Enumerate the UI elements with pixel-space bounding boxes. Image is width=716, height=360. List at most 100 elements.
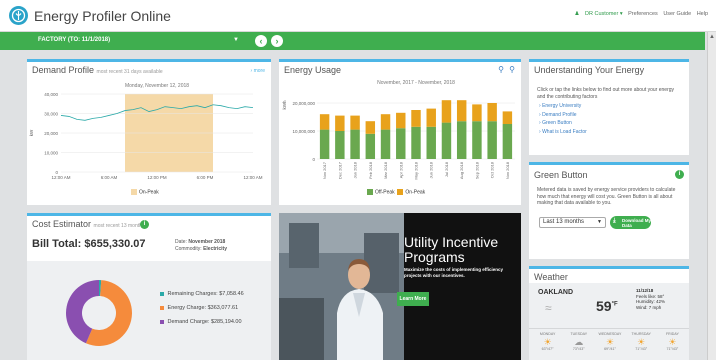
x-tick-label: Mar 2018	[383, 161, 388, 179]
bar-off-peak[interactable]	[396, 128, 406, 159]
info-icon[interactable]: i	[140, 220, 149, 229]
legend-swatch	[397, 189, 404, 195]
cost-subtitle: most recent 13 months	[93, 223, 145, 229]
understanding-links: › Energy University › Demand Profile › G…	[539, 102, 587, 136]
scroll-up-icon[interactable]: ▲	[709, 34, 715, 40]
bar-on-peak[interactable]	[456, 100, 467, 122]
customer-name: DR Customer	[585, 11, 619, 17]
forecast-row: MONDAY ☀ 63°/47° TUESDAY ☁ 73°/43° WEDNESDAY…	[532, 332, 688, 360]
bar-off-peak[interactable]	[472, 121, 482, 159]
link-help[interactable]: Help	[697, 11, 708, 17]
promo-banner[interactable]: Utility Incentive Programs Maximize the …	[279, 213, 521, 360]
bar-off-peak[interactable]	[502, 124, 513, 159]
divider	[529, 328, 689, 329]
weather-title: Weather	[534, 272, 568, 282]
next-arrow-icon[interactable]: ›	[271, 35, 283, 47]
demand-legend: On-Peak	[131, 189, 159, 195]
link-energy-university[interactable]: › Energy University	[539, 102, 587, 111]
legend-label: Energy Charge: $363,077.61	[167, 305, 239, 311]
usage-chart: November, 2017 - November, 2018 20,000,00…	[282, 80, 515, 180]
forecast-day: THURSDAY ☀ 71°/43°	[626, 332, 657, 360]
bar-on-peak[interactable]	[335, 115, 345, 131]
y-axis-label: kWh	[282, 100, 287, 109]
link-user-guide[interactable]: User Guide	[663, 11, 691, 17]
bar-on-peak[interactable]	[380, 114, 391, 130]
temp-value: 59	[596, 298, 612, 314]
bar-on-peak[interactable]	[502, 111, 513, 124]
y-tick-label: 0	[312, 157, 315, 162]
x-tick-label: Jul 2018	[444, 161, 449, 177]
bar-on-peak[interactable]	[365, 121, 376, 134]
x-tick-label: Nov 2017	[322, 161, 327, 179]
demand-title: Demand Profile	[32, 65, 95, 75]
panel-title: Demand Profile most recent 31 days avail…	[32, 65, 163, 75]
promo-title: Utility Incentive Programs	[404, 234, 499, 265]
period-select[interactable]: Last 13 months ▼	[539, 217, 606, 228]
info-icon[interactable]: i	[675, 170, 684, 179]
learn-more-button[interactable]: Learn More	[397, 292, 429, 306]
bill-date-row: Date: November 2018	[175, 239, 227, 246]
weather-body: OAKLAND ≈ 59°F 11/12/18 Feels like: 58° …	[529, 283, 689, 360]
usage-legend: Off-Peak On-Peak	[367, 189, 425, 195]
bar-on-peak[interactable]	[319, 114, 330, 130]
link-load-factor[interactable]: › What is Load Factor	[539, 128, 587, 137]
legend-swatch	[160, 305, 164, 310]
sun-icon: ☀	[605, 337, 615, 347]
x-tick-label: 12:00 AM	[243, 175, 262, 180]
download-data-button[interactable]: ⤓ Download My Data	[610, 216, 651, 229]
link-label: What is Load Factor	[542, 128, 587, 135]
bar-off-peak[interactable]	[426, 126, 436, 159]
app-header: Energy Profiler Online ♟ DR Customer ▾ P…	[0, 0, 716, 32]
app-logo-icon	[9, 6, 28, 25]
bar-off-peak[interactable]	[380, 129, 391, 159]
cost-body: Remaining Charges: $7,058.46 Energy Char…	[27, 261, 271, 360]
bar-off-peak[interactable]	[441, 122, 452, 159]
bar-off-peak[interactable]	[411, 126, 421, 159]
zoom-out-icon[interactable]: ⚲	[498, 65, 504, 74]
chart-date: Monday, November 12, 2018	[125, 83, 189, 89]
bar-off-peak[interactable]	[319, 129, 330, 159]
bar-off-peak[interactable]	[365, 133, 376, 159]
link-preferences[interactable]: Preferences	[628, 11, 658, 17]
bar-on-peak[interactable]	[396, 112, 406, 129]
bar-on-peak[interactable]	[487, 103, 497, 122]
green-text: Metered data is saved by energy service …	[537, 187, 676, 206]
bar-on-peak[interactable]	[411, 110, 421, 127]
cost-donut-chart	[65, 280, 132, 346]
humidity: Humidity: 42%	[636, 299, 666, 305]
chevron-down-icon[interactable]: ▼	[233, 37, 239, 43]
period-select-value: Last 13 months	[543, 219, 585, 225]
more-link[interactable]: › more	[251, 68, 265, 74]
understanding-intro: Click or tap the links below to find out…	[537, 87, 675, 100]
link-green-button[interactable]: › Green Button	[539, 119, 587, 128]
customer-menu[interactable]: ♟ DR Customer ▾	[575, 11, 623, 17]
y-tick-label: 20,000	[44, 131, 58, 136]
day-temps: 71°/43°	[666, 347, 679, 351]
bar-on-peak[interactable]	[426, 108, 436, 127]
y-tick-label: 20,000,000	[292, 101, 315, 106]
x-tick-label: Dec 2017	[337, 161, 342, 179]
app-title: Energy Profiler Online	[34, 8, 171, 24]
bar-on-peak[interactable]	[472, 104, 482, 122]
bar-off-peak[interactable]	[487, 121, 497, 159]
sun-icon: ☀	[637, 337, 646, 347]
zoom-in-icon[interactable]: ⚲	[509, 65, 515, 74]
bar-on-peak[interactable]	[350, 115, 360, 130]
legend-label: Demand Charge: $285,194.00	[167, 319, 242, 325]
scrollbar[interactable]: ▲	[707, 32, 716, 360]
legend-swatch	[160, 291, 164, 296]
cost-title: Cost Estimator	[32, 219, 92, 229]
link-demand-profile[interactable]: › Demand Profile	[539, 111, 587, 120]
facility-select[interactable]: FACTORY (TO: 11/1/2018)	[38, 37, 110, 43]
bar-on-peak[interactable]	[441, 100, 452, 123]
prev-arrow-icon[interactable]: ‹	[255, 35, 267, 47]
bar-off-peak[interactable]	[335, 131, 345, 159]
bill-meta: Date: November 2018 Commodity: Electrici…	[175, 239, 227, 253]
legend-label: On-Peak	[405, 189, 426, 196]
x-tick-label: Jun 2018	[429, 161, 434, 178]
x-tick-label: 6:00 AM	[101, 175, 118, 180]
bar-off-peak[interactable]	[350, 129, 360, 159]
y-tick-label: 40,000	[44, 92, 58, 97]
bar-off-peak[interactable]	[456, 121, 467, 159]
bill-total: Bill Total: $655,330.07	[32, 238, 146, 250]
